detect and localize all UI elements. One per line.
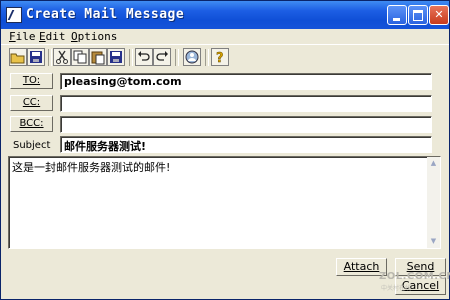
bcc-button[interactable]: BCC: [10,116,53,132]
toolbar-separator [48,49,52,66]
menu-options[interactable]: Options [71,30,117,43]
mail-window: Create Mail Message ✕ File Edit Options [0,0,450,300]
scroll-down-icon[interactable]: ▼ [428,236,439,247]
menu-edit[interactable]: Edit [39,30,66,43]
open-folder-icon[interactable] [9,48,27,66]
toolbar: ? [1,44,449,71]
watermark-subtext: 中关村在线 [381,285,412,292]
save-as-icon[interactable] [107,48,125,66]
save-disk-icon[interactable] [27,48,45,66]
toolbar-separator [175,49,179,66]
maximize-button[interactable] [408,5,428,25]
subject-label: Subject [13,140,51,151]
close-button[interactable]: ✕ [429,5,449,25]
copy-icon[interactable] [71,48,89,66]
svg-text:?: ? [216,51,224,65]
cut-scissors-icon[interactable] [53,48,71,66]
title-bar[interactable]: Create Mail Message ✕ [1,1,449,29]
address-book-icon[interactable] [183,48,201,66]
paste-icon[interactable] [89,48,107,66]
toolbar-separator [205,49,209,66]
menu-file[interactable]: File [9,30,36,43]
menu-bar: File Edit Options [1,29,449,44]
subject-field[interactable]: 邮件服务器测试! [60,136,432,153]
window-title: Create Mail Message [26,7,185,22]
to-button[interactable]: TO: [10,73,53,89]
toolbar-separator [129,49,133,66]
help-icon[interactable]: ? [211,48,229,66]
message-body[interactable]: 这是一封邮件服务器测试的邮件! ▲ ▼ [8,156,441,249]
cc-field[interactable] [60,95,432,112]
cc-button[interactable]: CC: [10,95,53,111]
undo-icon[interactable] [135,48,153,66]
vertical-scrollbar[interactable]: ▲ ▼ [427,157,440,248]
scroll-up-icon[interactable]: ▲ [428,158,439,169]
app-icon [6,7,22,23]
to-field[interactable]: pleasing@tom.com [60,73,432,90]
minimize-button[interactable] [387,5,407,25]
message-body-text: 这是一封邮件服务器测试的邮件! [12,161,171,174]
redo-icon[interactable] [153,48,171,66]
close-icon: ✕ [434,8,444,21]
watermark-logo: ZOL.COM.CN [379,271,450,282]
bcc-field[interactable] [60,116,432,133]
